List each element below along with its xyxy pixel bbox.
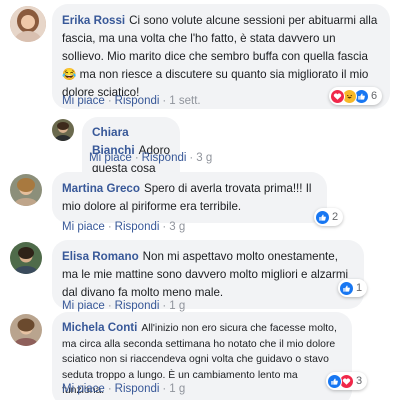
separator: ·	[107, 383, 112, 395]
reply-link[interactable]: Rispondi	[115, 383, 160, 395]
separator: ·	[107, 300, 112, 312]
like-link[interactable]: Mi piace	[62, 300, 105, 312]
timestamp[interactable]: 1 g	[169, 383, 185, 395]
comment-actions: Mi piace · Rispondi · 3 g	[62, 221, 185, 233]
comment-author[interactable]: Martina Greco	[62, 182, 140, 195]
reaction-summary[interactable]: 6	[329, 87, 383, 105]
avatar[interactable]	[10, 242, 42, 274]
separator: ·	[134, 152, 139, 164]
comment-author[interactable]: Michela Conti	[62, 321, 137, 334]
reply-link[interactable]: Rispondi	[115, 221, 160, 233]
separator: ·	[162, 221, 167, 233]
reaction-count: 6	[371, 90, 378, 102]
comment-bubble: Martina Greco Spero di averla trovata pri…	[52, 172, 327, 223]
reaction-summary[interactable]: 2	[314, 208, 344, 226]
like-link[interactable]: Mi piace	[62, 383, 105, 395]
reply-link[interactable]: Rispondi	[142, 152, 187, 164]
like-icon	[339, 280, 354, 296]
separator: ·	[162, 95, 167, 107]
separator: ·	[107, 221, 112, 233]
avatar[interactable]	[10, 174, 42, 206]
like-link[interactable]: Mi piace	[62, 221, 105, 233]
like-link[interactable]: Mi piace	[89, 152, 132, 164]
separator: ·	[162, 300, 167, 312]
reply-link[interactable]: Rispondi	[115, 95, 160, 107]
reaction-count: 3	[356, 375, 363, 387]
comment-author[interactable]: Elisa Romano	[62, 250, 139, 263]
comment-actions: Mi piace · Rispondi · 1 g	[62, 300, 185, 312]
avatar[interactable]	[52, 119, 74, 141]
like-link[interactable]: Mi piace	[62, 95, 105, 107]
love-icon	[330, 88, 345, 104]
timestamp[interactable]: 3 g	[196, 152, 212, 164]
reaction-summary[interactable]: 3	[326, 372, 368, 390]
reaction-count: 1	[356, 282, 363, 294]
comment-bubble: Elisa Romano Non mi aspettavo molto onest…	[52, 240, 364, 309]
avatar[interactable]	[10, 6, 46, 42]
timestamp[interactable]: 1 sett.	[169, 95, 200, 107]
reply-link[interactable]: Rispondi	[115, 300, 160, 312]
like-icon	[315, 209, 330, 225]
reaction-summary[interactable]: 1	[338, 279, 368, 297]
timestamp[interactable]: 1 g	[169, 300, 185, 312]
comment-actions: Mi piace · Rispondi · 1 g	[62, 383, 185, 395]
comment-actions: Mi piace · Rispondi · 1 sett.	[62, 95, 201, 107]
avatar[interactable]	[10, 314, 42, 346]
separator: ·	[162, 383, 167, 395]
like-icon	[327, 373, 342, 389]
comment-actions: Mi piace · Rispondi · 3 g	[89, 152, 212, 164]
separator: ·	[107, 95, 112, 107]
reaction-count: 2	[332, 211, 339, 223]
comment-author[interactable]: Erika Rossi	[62, 14, 125, 27]
timestamp[interactable]: 3 g	[169, 221, 185, 233]
separator: ·	[189, 152, 194, 164]
